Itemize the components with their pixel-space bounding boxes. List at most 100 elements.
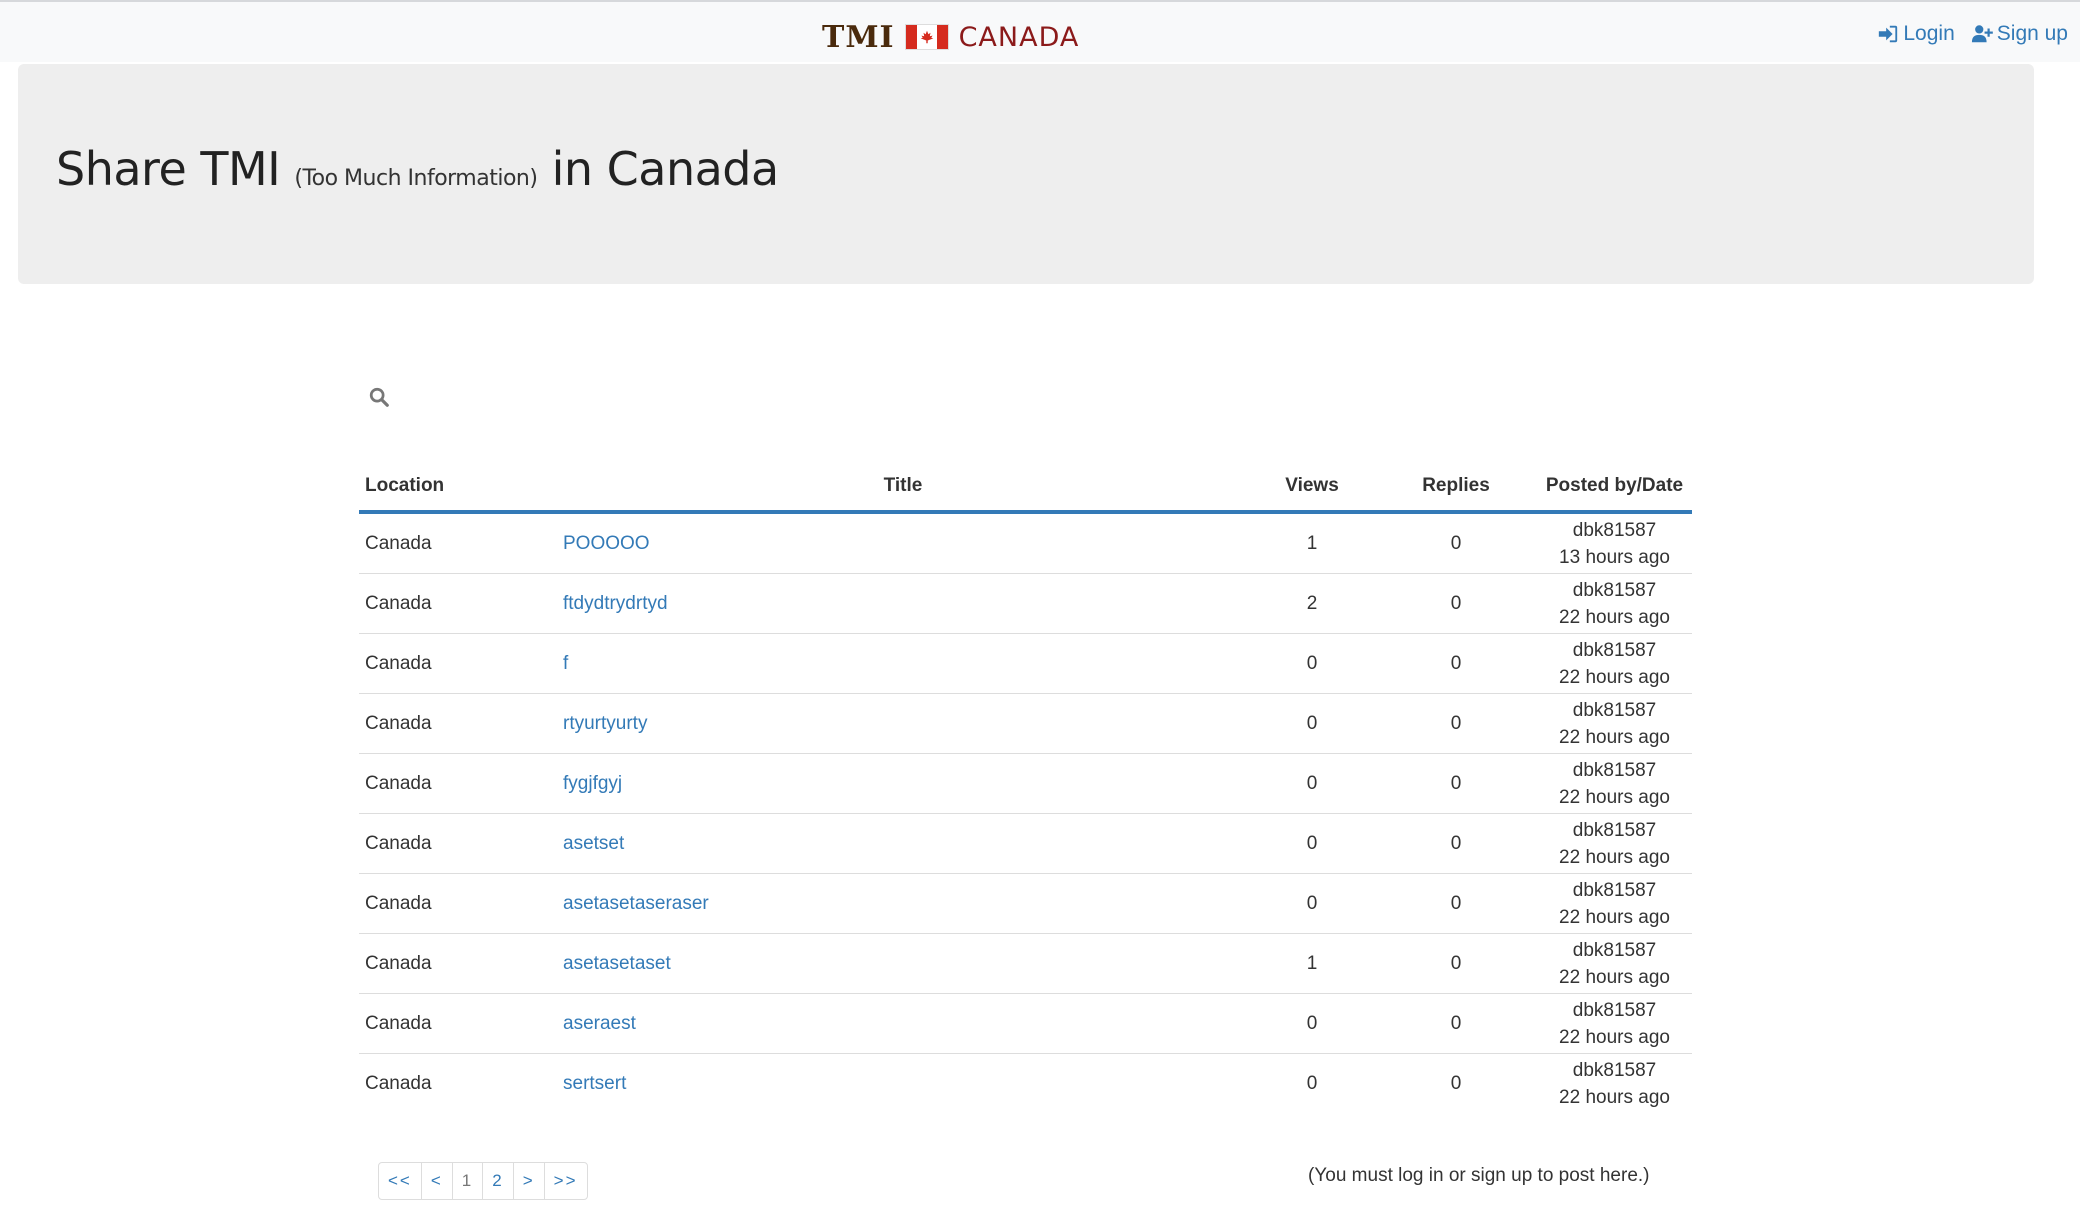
col-title[interactable]: Title [557,462,1249,514]
row-views: 0 [1249,753,1375,814]
hero-banner: Share TMI (Too Much Information) in Cana… [18,64,2034,284]
next-page-button[interactable]: > [512,1163,544,1199]
row-date: 22 hours ago [1559,906,1670,928]
row-title-link[interactable]: asetasetaseraser [563,893,709,914]
signup-label: Sign up [1996,22,2068,45]
row-posted: dbk81587 22 hours ago [1537,873,1692,934]
row-location: Canada [359,693,557,754]
row-user: dbk81587 [1572,1059,1657,1081]
row-user: dbk81587 [1572,519,1657,541]
row-replies: 0 [1375,933,1537,994]
row-date: 22 hours ago [1559,786,1670,808]
row-title-link[interactable]: asetset [563,833,624,854]
row-user: dbk81587 [1572,999,1657,1021]
row-posted: dbk81587 22 hours ago [1537,573,1692,634]
row-date: 22 hours ago [1559,966,1670,988]
brand-logo[interactable]: TMI CANADA [822,20,1080,55]
row-date: 13 hours ago [1559,546,1670,568]
page-title-small: (Too Much Information) [294,166,538,191]
table-row: Canada asetasetaset 1 0 dbk81587 22 hours… [359,933,1692,994]
row-posted: dbk81587 22 hours ago [1537,1054,1692,1114]
page-title: Share TMI (Too Much Information) in Cana… [56,142,779,196]
col-posted[interactable]: Posted by/Date [1537,462,1692,514]
row-replies: 0 [1450,1072,1462,1094]
row-title-link[interactable]: ftdydtrydrtyd [563,593,668,614]
row-replies: 0 [1375,993,1537,1054]
table-row: Canada asetasetaseraser 0 0 dbk81587 22 h… [359,873,1692,934]
prev-page-button[interactable]: < [420,1163,452,1199]
row-views: 1 [1249,512,1375,574]
row-views: 0 [1306,1072,1318,1094]
row-location: Canada [359,813,557,874]
row-date: 22 hours ago [1559,1026,1670,1048]
col-replies[interactable]: Replies [1375,462,1537,514]
row-user: dbk81587 [1572,579,1657,601]
page-2-button[interactable]: 2 [482,1163,512,1199]
row-views: 1 [1249,933,1375,994]
row-user: dbk81587 [1572,879,1657,901]
user-plus-icon [1971,25,1993,43]
row-posted: dbk81587 22 hours ago [1537,993,1692,1054]
brand-country-text: CANADA [958,21,1080,53]
row-posted: dbk81587 22 hours ago [1537,753,1692,814]
canada-flag-icon [904,24,949,50]
row-replies: 0 [1375,633,1537,694]
last-page-button[interactable]: >> [543,1163,587,1199]
row-replies: 0 [1375,512,1537,574]
page-1-button[interactable]: 1 [451,1163,482,1199]
row-views: 0 [1249,873,1375,934]
row-title-link[interactable]: asetasetaset [563,953,671,974]
row-replies: 0 [1375,873,1537,934]
row-location: Canada [365,1072,432,1094]
row-replies: 0 [1375,813,1537,874]
login-required-notice: (You must log in or sign up to post here… [1308,1165,1650,1186]
row-title-link[interactable]: sertsert [563,1073,626,1094]
row-user: dbk81587 [1572,819,1657,841]
row-replies: 0 [1375,573,1537,634]
page-title-main: Share TMI [56,142,281,196]
table-row: Canada f 0 0 dbk81587 22 hours ago [359,633,1692,694]
row-user: dbk81587 [1572,759,1657,781]
search-icon[interactable] [368,386,390,408]
row-replies: 0 [1375,693,1537,754]
table-row: Canada rtyurtyurty 0 0 dbk81587 22 hours … [359,693,1692,754]
row-title-link[interactable]: rtyurtyurty [563,713,647,734]
table-row: Canada ftdydtrydrtyd 2 0 dbk81587 22 hour… [359,573,1692,634]
signup-link[interactable]: Sign up [1971,22,2068,46]
table-row: Canada aseraest 0 0 dbk81587 22 hours ago [359,993,1692,1054]
row-user: dbk81587 [1572,699,1657,721]
row-date: 22 hours ago [1559,846,1670,868]
row-title-link[interactable]: fygjfgyj [563,773,622,794]
page-title-suffix: in Canada [551,142,780,196]
row-location: Canada [359,633,557,694]
row-location: Canada [359,933,557,994]
table-row: Canada asetset 0 0 dbk81587 22 hours ago [359,813,1692,874]
row-title-link[interactable]: f [563,653,568,674]
row-views: 0 [1249,633,1375,694]
row-views: 2 [1249,573,1375,634]
table-row: Canada fygjfgyj 0 0 dbk81587 22 hours ago [359,753,1692,814]
col-location[interactable]: Location [359,462,557,514]
row-date: 22 hours ago [1559,1086,1670,1108]
row-posted: dbk81587 22 hours ago [1537,693,1692,754]
row-posted: dbk81587 22 hours ago [1537,933,1692,994]
top-navbar: TMI CANADA Login Sign up [0,0,2080,62]
first-page-button[interactable]: << [379,1163,421,1199]
row-posted: dbk81587 22 hours ago [1537,813,1692,874]
row-date: 22 hours ago [1559,606,1670,628]
login-link[interactable]: Login [1877,22,1955,46]
row-user: dbk81587 [1572,639,1657,661]
login-label: Login [1903,22,1955,45]
row-location: Canada [359,573,557,634]
row-date: 22 hours ago [1559,726,1670,748]
pagination: << < 1 2 > >> [378,1162,588,1200]
row-title-link[interactable]: POOOOO [563,533,650,554]
row-title-link[interactable]: aseraest [563,1013,636,1034]
posts-table: Location Title Views Replies Posted by/D… [359,462,1692,1113]
row-location: Canada [359,873,557,934]
col-views[interactable]: Views [1249,462,1375,514]
row-date: 22 hours ago [1559,666,1670,688]
row-posted: dbk81587 13 hours ago [1537,512,1692,574]
row-views: 0 [1249,693,1375,754]
row-views: 0 [1249,813,1375,874]
